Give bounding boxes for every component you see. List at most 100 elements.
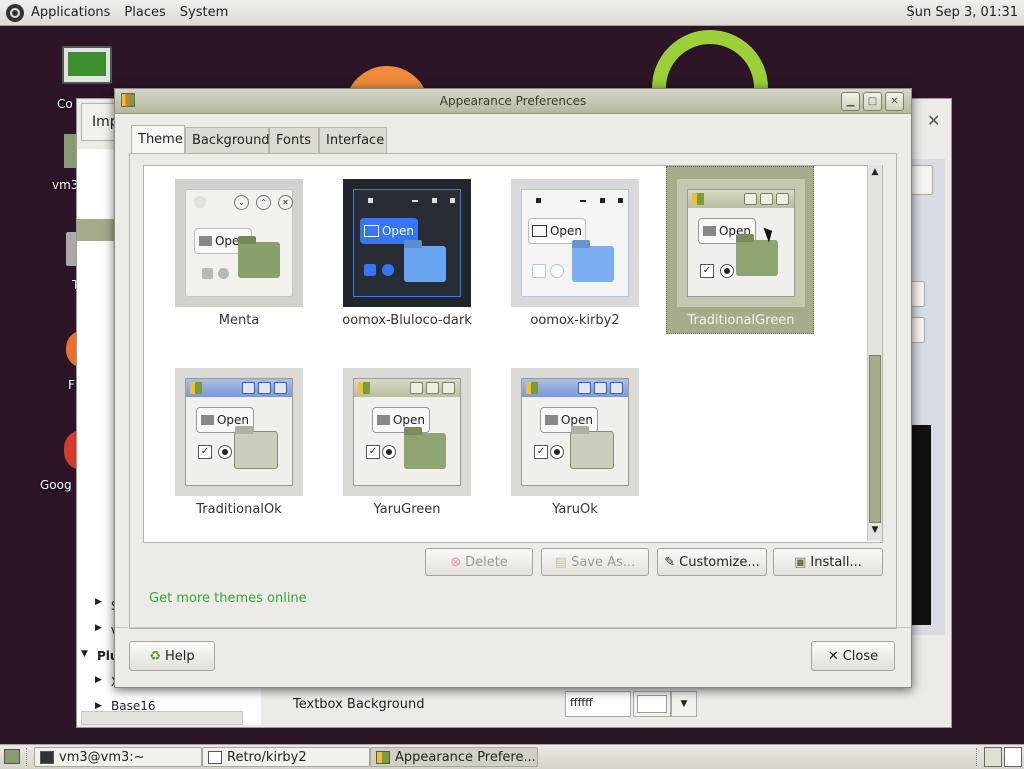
delete-button[interactable]: ⊗ Delete — [425, 548, 533, 576]
bg-tree-selection — [77, 219, 117, 241]
close-icon: ✕ — [278, 195, 293, 210]
customize-label: Customize... — [679, 554, 760, 570]
bg-tree-arrow[interactable]: ▶ — [95, 675, 102, 685]
help-button[interactable]: ♻ Help — [129, 641, 215, 671]
theme-item-oomox-kirby2[interactable]: Open oomox-kirby2 — [501, 167, 649, 335]
close-icon — [618, 198, 623, 203]
scroll-up-icon[interactable]: ▲ — [869, 167, 881, 179]
preview-check-icon — [364, 264, 376, 276]
close-icon: ✕ — [827, 648, 839, 664]
maximize-icon — [258, 382, 271, 394]
close-button[interactable]: ✕ Close — [811, 641, 895, 671]
folder-open-icon — [363, 225, 379, 237]
tab-background[interactable]: Background — [185, 127, 270, 153]
customize-button[interactable]: ✎ Customize... — [657, 548, 767, 576]
task-label: Appearance Prefere... — [395, 750, 536, 765]
close-icon[interactable]: ✕ — [885, 92, 904, 111]
theme-name: TraditionalGreen — [687, 313, 795, 328]
bg-tree-arrow[interactable]: ▶ — [95, 597, 102, 607]
bg-tree-arrow[interactable]: ▶ — [95, 623, 102, 633]
save-as-button[interactable]: ▤ Save As... — [541, 548, 649, 576]
task-label: Retro/kirby2 — [227, 750, 307, 765]
maximize-icon — [760, 193, 773, 205]
customize-icon: ✎ — [664, 554, 676, 570]
theme-item-menta[interactable]: ⌄ ⌃ ✕ Open Menta — [165, 167, 313, 335]
appearance-preferences-dialog: Appearance Preferences ▁ □ ✕ Theme Backg… — [114, 88, 912, 688]
close-icon — [442, 382, 455, 394]
close-icon — [450, 198, 455, 203]
menu-applications[interactable]: Applications — [24, 0, 117, 25]
clock[interactable]: Sun Sep 3, 01:31 — [907, 0, 1019, 25]
dialog-titlebar[interactable]: Appearance Preferences ▁ □ ✕ — [115, 89, 911, 114]
theme-thumbnail: Open ✓ — [511, 368, 639, 496]
scroll-down-icon[interactable]: ▼ — [869, 525, 881, 537]
theme-list-scrollbar[interactable]: ▲ ▼ — [867, 165, 882, 541]
bg-color-dropdown[interactable]: ▼ — [671, 691, 697, 717]
desktop-icon-label-chrome: Goog — [40, 478, 72, 492]
menta-circle-icon — [194, 196, 206, 208]
folder-open-icon — [531, 225, 547, 237]
preview-radio-icon — [382, 445, 396, 459]
tab-interface[interactable]: Interface — [319, 127, 387, 153]
close-icon — [274, 382, 287, 394]
bg-color-swatch[interactable] — [633, 691, 671, 717]
theme-item-yaruok[interactable]: Open ✓ YaruOk — [501, 356, 649, 524]
maximize-icon — [432, 198, 437, 203]
theme-thumbnail: Open — [511, 179, 639, 307]
theme-item-oomox-bluloco-dark[interactable]: Open oomox-Bluloco-dark — [333, 167, 481, 335]
maximize-icon[interactable]: □ — [863, 92, 882, 111]
minimize-icon — [412, 200, 418, 202]
get-more-themes-link[interactable]: Get more themes online — [149, 591, 307, 606]
app-icon — [190, 382, 202, 394]
install-button[interactable]: ▣ Install... — [773, 548, 883, 576]
close-icon — [610, 382, 623, 394]
menu-system[interactable]: System — [173, 0, 235, 25]
task-appearance-preferences[interactable]: Appearance Prefere... — [370, 747, 538, 767]
bg-field-label: Textbox Background — [293, 697, 425, 712]
folder-open-icon — [198, 236, 212, 246]
workspace-switcher[interactable] — [1004, 747, 1022, 767]
theme-name: oomox-kirby2 — [530, 313, 620, 328]
bg-tree-arrow[interactable]: ▼ — [81, 649, 88, 659]
bg-hscroll[interactable] — [81, 711, 243, 725]
dialog-title: Appearance Preferences — [439, 94, 587, 108]
minimize-icon — [578, 382, 591, 394]
folder-open-icon — [702, 226, 716, 236]
bg-close-icon[interactable]: ✕ — [927, 111, 940, 130]
tab-fonts[interactable]: Fonts — [269, 127, 319, 153]
desktop-icon-label-computer: Co — [57, 97, 73, 111]
help-label: Help — [165, 648, 195, 664]
top-panel: Applications Places System Sun Sep 3, 01… — [0, 0, 1024, 26]
delete-label: Delete — [465, 554, 508, 570]
task-file-manager[interactable]: Retro/kirby2 — [202, 747, 370, 767]
theme-item-traditionalok[interactable]: Open ✓ TraditionalOk — [165, 356, 313, 524]
folder-icon — [572, 246, 614, 282]
help-icon: ♻ — [149, 648, 161, 664]
bg-hex-field[interactable]: ffffff — [565, 691, 631, 717]
preview-radio-icon — [218, 445, 232, 459]
theme-list[interactable]: ⌄ ⌃ ✕ Open Menta Open oomox-Bluloco-dark… — [143, 165, 883, 543]
workspace-switcher[interactable] — [984, 747, 1002, 767]
folder-icon — [570, 431, 614, 469]
bg-tree-arrow[interactable]: ▶ — [95, 701, 102, 711]
show-desktop-icon[interactable] — [4, 749, 20, 764]
menu-places[interactable]: Places — [117, 0, 172, 25]
computer-icon[interactable] — [62, 46, 112, 84]
chevron-down-icon: ⌄ — [234, 195, 249, 210]
tab-theme[interactable]: Theme — [131, 125, 185, 153]
task-terminal[interactable]: vm3@vm3:~ — [34, 747, 202, 767]
minimize-icon[interactable]: ▁ — [841, 92, 860, 111]
folder-open-icon — [544, 415, 558, 425]
theme-item-traditionalgreen[interactable]: Open ✓ TraditionalGreen — [666, 166, 814, 334]
desktop-icon-label-firefox: F — [68, 378, 75, 392]
theme-name: TraditionalOk — [196, 502, 282, 517]
taskbar: vm3@vm3:~ Retro/kirby2 Appearance Prefer… — [0, 744, 1024, 769]
preview-open-label: Open — [216, 413, 250, 427]
terminal-icon — [40, 751, 54, 764]
dialog-separator — [115, 627, 911, 628]
distro-logo-icon[interactable] — [6, 3, 24, 22]
theme-item-yarugreen[interactable]: Open ✓ YaruGreen — [333, 356, 481, 524]
scroll-thumb[interactable] — [869, 355, 881, 523]
preview-open-label: Open — [392, 413, 426, 427]
theme-thumbnail: Open — [343, 179, 471, 307]
